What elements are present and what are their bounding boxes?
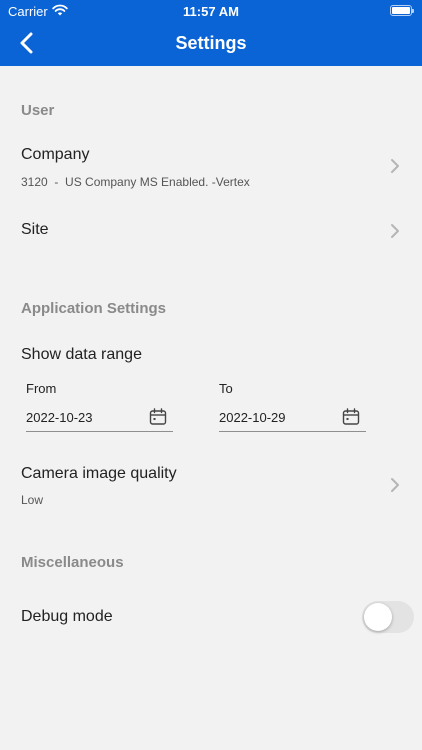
calendar-icon[interactable] [342,408,360,426]
from-date-field[interactable]: 2022-10-23 [26,404,173,432]
battery-icon [390,5,414,16]
section-header-application-settings: Application Settings [21,300,167,317]
from-date-value: 2022-10-23 [26,410,93,425]
company-row[interactable]: Company 3120 - US Company MS Enabled. -V… [0,140,422,192]
to-date-value: 2022-10-29 [219,410,286,425]
to-date-field[interactable]: 2022-10-29 [219,404,366,432]
toggle-knob [364,603,392,631]
app-header: Carrier 11:57 AM Settings [0,0,422,66]
company-value: 3120 - US Company MS Enabled. -Vertex [21,175,250,189]
page-title: Settings [175,33,247,53]
section-header-user: User [21,102,55,119]
section-header-miscellaneous: Miscellaneous [21,554,124,571]
debug-mode-label: Debug mode [21,608,113,625]
calendar-icon[interactable] [149,408,167,426]
chevron-right-icon [391,478,399,492]
camera-quality-row[interactable]: Camera image quality Low [0,458,422,512]
chevron-right-icon [391,159,399,173]
company-label: Company [21,146,90,163]
to-label: To [219,381,233,396]
data-range-label: Show data range [21,346,142,363]
from-label: From [26,381,57,396]
debug-mode-toggle[interactable] [362,601,414,633]
site-label: Site [21,221,49,238]
status-bar: Carrier 11:57 AM [0,0,422,24]
camera-quality-value: Low [21,493,44,507]
chevron-right-icon [391,224,399,238]
site-row[interactable]: Site [0,214,422,248]
status-time: 11:57 AM [183,4,239,19]
camera-quality-label: Camera image quality [21,465,177,482]
navigation-bar: Settings [0,24,422,66]
